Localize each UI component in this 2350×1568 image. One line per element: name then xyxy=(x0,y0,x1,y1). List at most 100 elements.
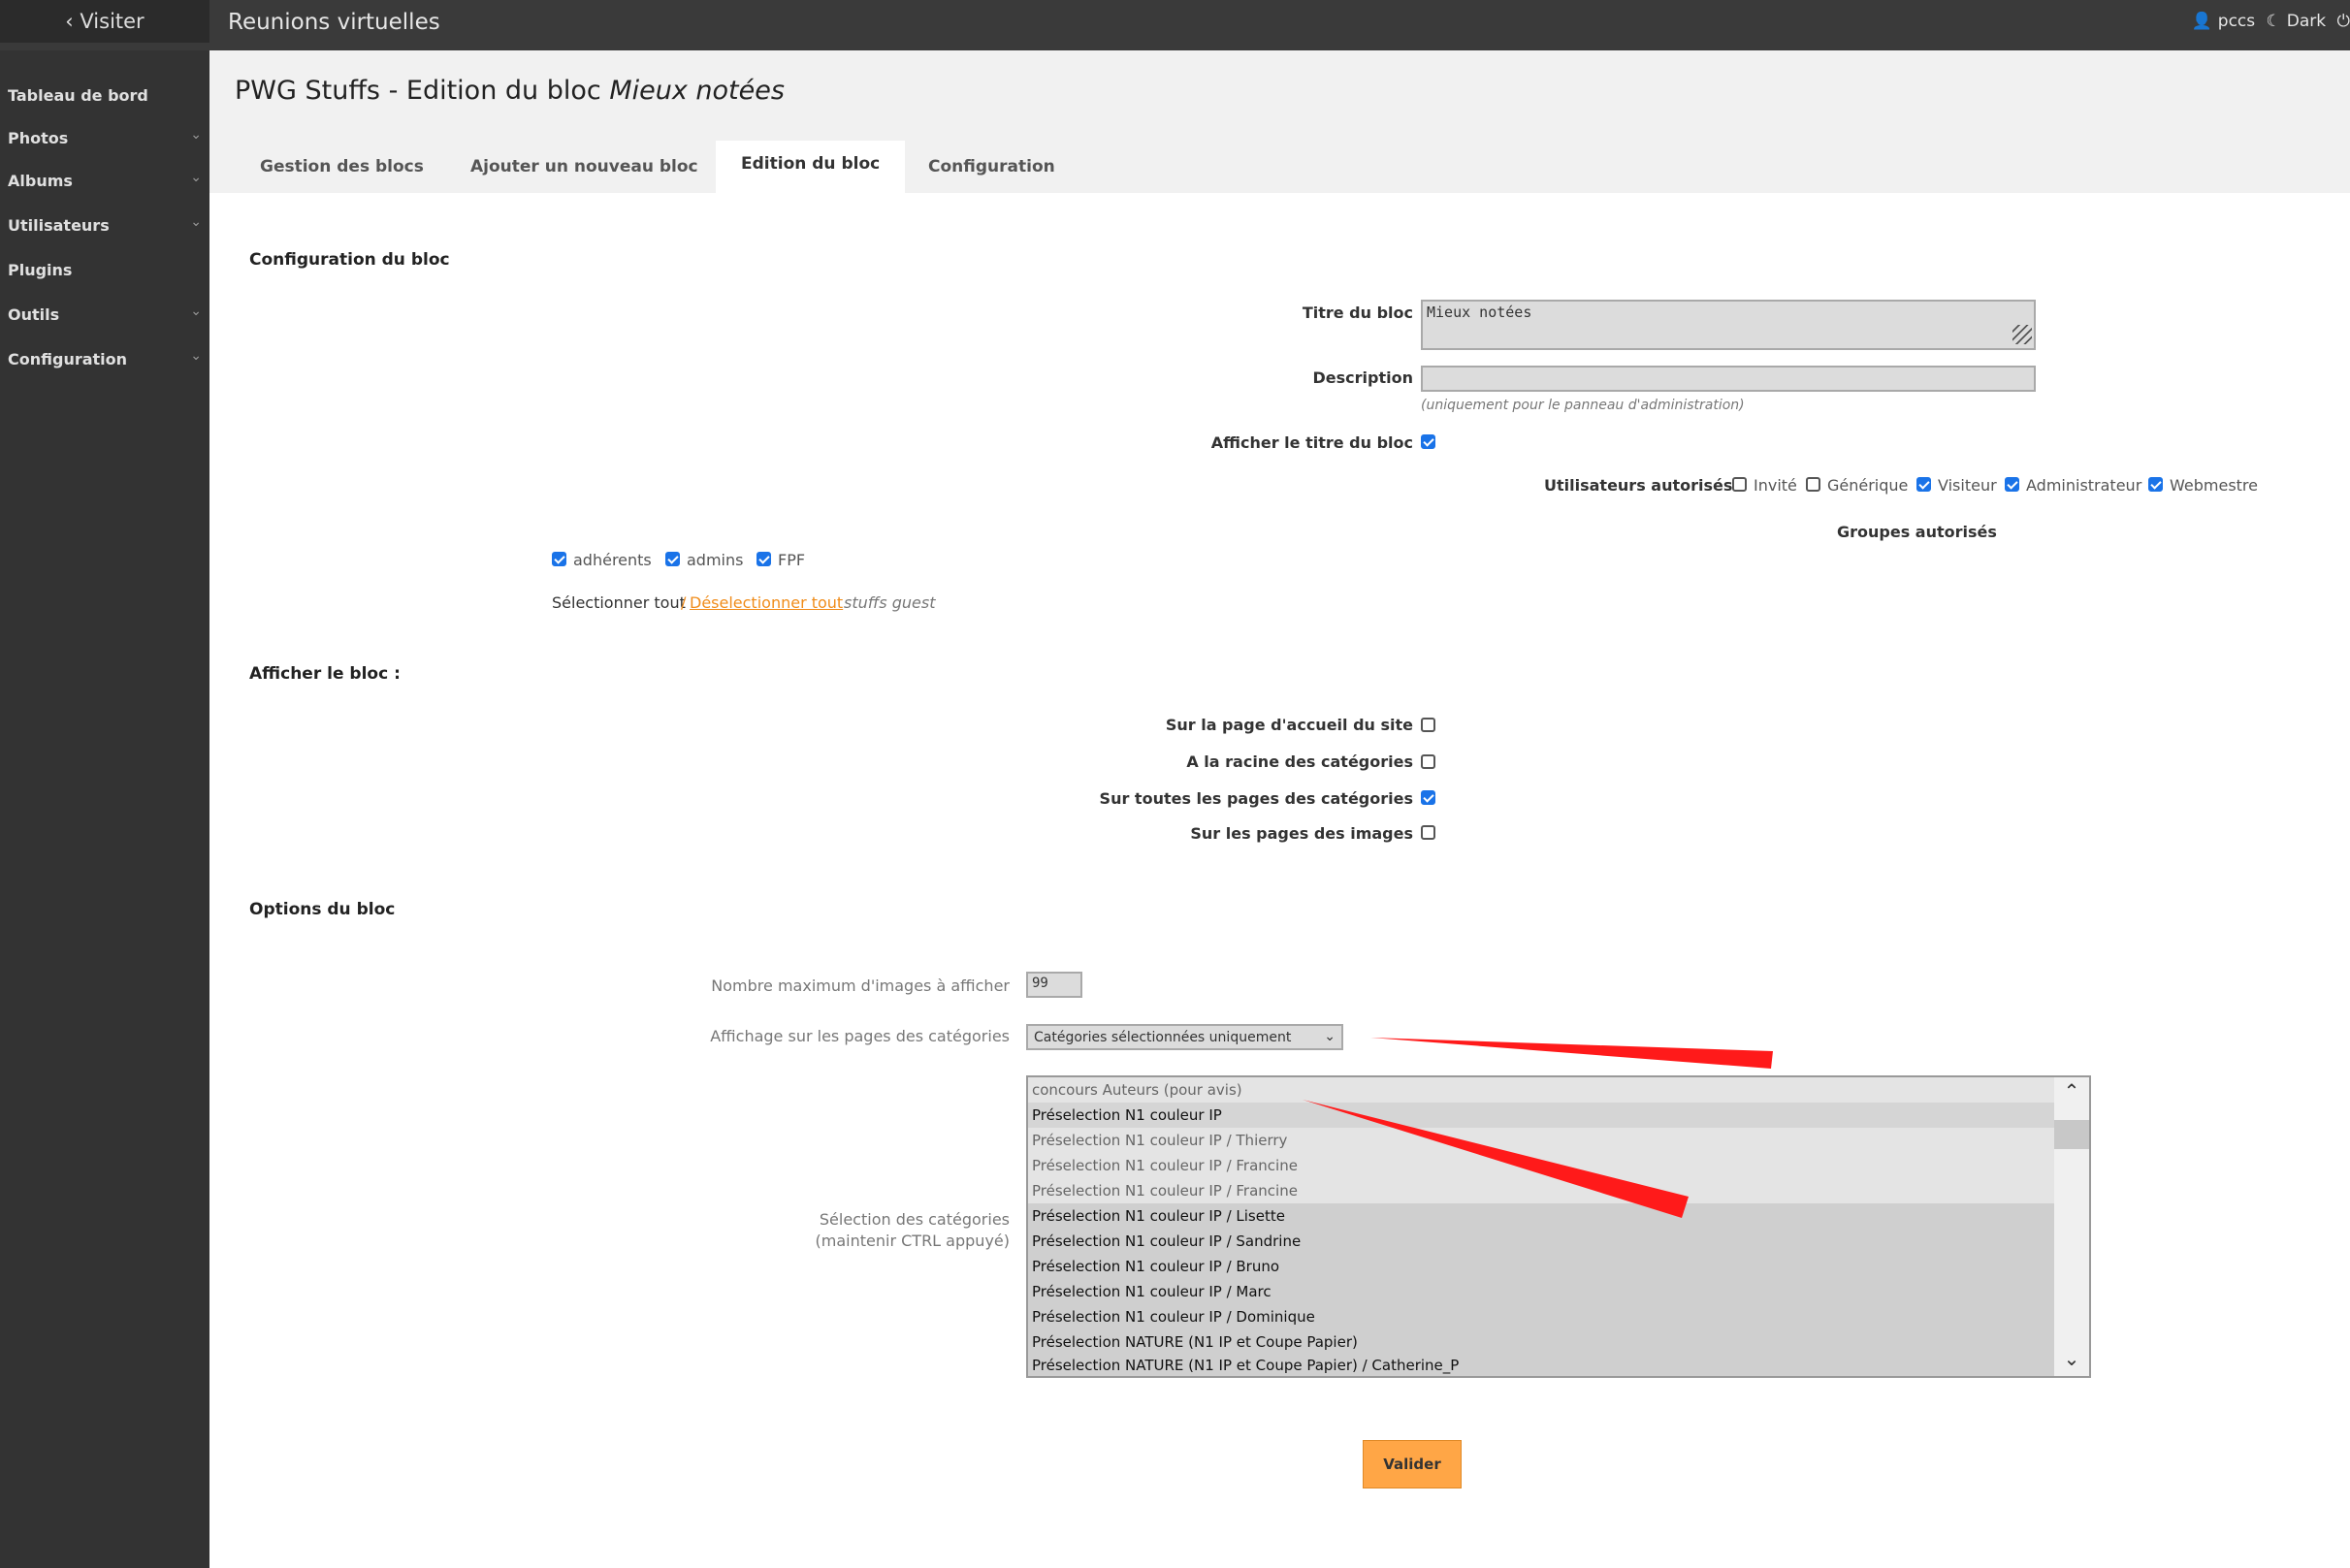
list-item[interactable]: concours Auteurs (pour avis) xyxy=(1032,1077,1242,1103)
block-title-label: Titre du bloc xyxy=(1302,304,1413,322)
sidebar-item-configuration[interactable]: Configuration ⌄ xyxy=(8,348,202,368)
sidebar-item-label: Photos xyxy=(8,129,69,147)
sidebar-item-label: Plugins xyxy=(8,261,73,279)
user-visiteur-label: Visiteur xyxy=(1938,476,1997,495)
annotation-arrow-1 xyxy=(1370,1038,1773,1069)
submit-button[interactable]: Valider xyxy=(1363,1440,1462,1488)
group-fpf-label: FPF xyxy=(778,551,806,569)
group-fpf-checkbox[interactable] xyxy=(757,552,771,566)
deselect-all-link[interactable]: Déselectionner tout xyxy=(690,593,843,612)
sidebar-item-outils[interactable]: Outils ⌄ xyxy=(8,304,202,324)
chevron-left-icon: ‹ xyxy=(65,10,74,33)
sidebar-item-plugins[interactable]: Plugins xyxy=(8,261,202,279)
section-title-options: Options du bloc xyxy=(249,900,396,919)
list-item[interactable]: Préselection N1 couleur IP / Sandrine xyxy=(1032,1229,1301,1254)
list-item[interactable]: Préselection N1 couleur IP / Francine xyxy=(1032,1153,1298,1178)
user-link[interactable]: pccs xyxy=(2218,12,2255,31)
group-note: stuffs guest xyxy=(844,593,936,612)
tab-ajouter-nouveau-bloc[interactable]: Ajouter un nouveau bloc xyxy=(445,141,724,193)
moon-icon: ☾ xyxy=(2266,12,2281,31)
categories-label: Sélection des catégories xyxy=(819,1210,1010,1229)
select-all-link[interactable]: Sélectionner tout xyxy=(552,593,686,612)
tab-edition-du-bloc[interactable]: Edition du bloc xyxy=(716,141,906,193)
site-title[interactable]: Reunions virtuelles xyxy=(228,0,440,45)
page-title-block-name: Mieux notées xyxy=(609,76,785,106)
max-images-input[interactable]: 99 xyxy=(1026,972,1082,998)
top-right-menu: 👤 pccs ☾ Dark ⏻ xyxy=(2186,0,2350,43)
listbox-scrollbar[interactable]: ⌃ ⌄ xyxy=(2054,1077,2089,1376)
groups-label: Groupes autorisés xyxy=(1837,523,1997,541)
group-adherents-label: adhérents xyxy=(573,551,652,569)
user-visiteur-checkbox[interactable] xyxy=(1916,477,1931,492)
list-item[interactable]: Préselection N1 couleur IP / Dominique xyxy=(1032,1304,1315,1329)
list-item[interactable]: Préselection N1 couleur IP / Marc xyxy=(1032,1279,1272,1304)
user-administrateur-label: Administrateur xyxy=(2026,476,2142,495)
sidebar-item-label: Tableau de bord xyxy=(8,86,148,105)
chevron-down-icon: ⌄ xyxy=(190,348,202,364)
display-root-label: A la racine des catégories xyxy=(1186,752,1413,771)
resize-grip-icon[interactable] xyxy=(2012,325,2032,344)
display-all-categories-label: Sur toutes les pages des catégories xyxy=(1099,789,1413,808)
user-generique-checkbox[interactable] xyxy=(1806,477,1820,492)
list-item[interactable]: Préselection NATURE (N1 IP et Coupe Papi… xyxy=(1032,1329,1358,1355)
list-item[interactable]: Préselection N1 couleur IP / Thierry xyxy=(1032,1128,1287,1153)
display-all-categories-checkbox[interactable] xyxy=(1421,790,1435,805)
group-admins-checkbox[interactable] xyxy=(665,552,680,566)
logout-icon[interactable]: ⏻ xyxy=(2337,12,2350,31)
chevron-down-icon: ⌄ xyxy=(190,170,202,185)
sidebar-item-albums[interactable]: Albums ⌄ xyxy=(8,170,202,190)
user-icon: 👤 xyxy=(2191,12,2212,31)
sidebar-item-label: Utilisateurs xyxy=(8,216,110,235)
sidebar-item-photos[interactable]: Photos ⌄ xyxy=(8,127,202,147)
group-admins-label: admins xyxy=(687,551,744,569)
max-images-label: Nombre maximum d'images à afficher xyxy=(711,976,1010,995)
user-webmestre-checkbox[interactable] xyxy=(2148,477,2163,492)
display-home-checkbox[interactable] xyxy=(1421,718,1435,732)
description-hint: (uniquement pour le panneau d'administra… xyxy=(1421,398,1745,413)
page-title-prefix: PWG Stuffs - Edition du bloc xyxy=(235,76,601,106)
display-images-label: Sur les pages des images xyxy=(1190,824,1413,843)
description-input[interactable] xyxy=(1421,366,2036,392)
chevron-down-icon: ⌄ xyxy=(1324,1029,1336,1044)
section-title-configuration: Configuration du bloc xyxy=(249,250,450,270)
category-display-select[interactable]: Catégories sélectionnées uniquement ⌄ xyxy=(1026,1024,1343,1050)
chevron-up-icon[interactable]: ⌃ xyxy=(2054,1079,2089,1103)
list-item[interactable]: Préselection NATURE (N1 IP et Coupe Papi… xyxy=(1032,1353,1459,1376)
sidebar-item-tableau-de-bord[interactable]: Tableau de bord xyxy=(8,86,202,105)
chevron-down-icon: ⌄ xyxy=(190,214,202,230)
tab-gestion-des-blocs[interactable]: Gestion des blocs xyxy=(235,141,449,193)
block-title-input[interactable]: Mieux notées xyxy=(1421,300,2036,350)
users-label: Utilisateurs autorisés xyxy=(1544,476,1733,495)
description-label: Description xyxy=(1312,368,1413,387)
tab-configuration[interactable]: Configuration xyxy=(903,141,1080,193)
dark-theme-link[interactable]: Dark xyxy=(2287,12,2326,31)
sidebar-item-label: Outils xyxy=(8,305,60,324)
user-invite-label: Invité xyxy=(1754,476,1797,495)
group-adherents-checkbox[interactable] xyxy=(552,552,566,566)
categories-hint: (maintenir CTRL appuyé) xyxy=(815,1232,1010,1250)
category-display-value: Catégories sélectionnées uniquement xyxy=(1034,1030,1292,1045)
show-title-checkbox[interactable] xyxy=(1421,434,1435,449)
list-item[interactable]: Préselection N1 couleur IP / Bruno xyxy=(1032,1254,1279,1279)
user-webmestre-label: Webmestre xyxy=(2170,476,2258,495)
page-title: PWG Stuffs - Edition du bloc Mieux notée… xyxy=(235,76,785,106)
scroll-thumb[interactable] xyxy=(2054,1120,2089,1149)
user-administrateur-checkbox[interactable] xyxy=(2005,477,2019,492)
list-item[interactable]: Préselection N1 couleur IP / Lisette xyxy=(1032,1203,1285,1229)
show-title-label: Afficher le titre du bloc xyxy=(1210,433,1413,452)
visit-label: Visiter xyxy=(80,10,145,33)
link-separator: / xyxy=(681,593,687,612)
sidebar-item-utilisateurs[interactable]: Utilisateurs ⌄ xyxy=(8,214,202,235)
categories-listbox[interactable]: concours Auteurs (pour avis) Préselectio… xyxy=(1026,1075,2091,1378)
category-display-label: Affichage sur les pages des catégories xyxy=(710,1027,1010,1045)
user-invite-checkbox[interactable] xyxy=(1732,477,1747,492)
visit-button[interactable]: ‹ Visiter xyxy=(0,0,209,43)
list-item[interactable]: Préselection N1 couleur IP / Francine xyxy=(1032,1178,1298,1203)
display-images-checkbox[interactable] xyxy=(1421,825,1435,840)
sidebar: Tableau de bord Photos ⌄ Albums ⌄ Utilisat… xyxy=(0,50,209,1568)
section-title-afficher: Afficher le bloc : xyxy=(249,664,401,684)
display-root-checkbox[interactable] xyxy=(1421,754,1435,769)
list-item[interactable]: Préselection N1 couleur IP xyxy=(1032,1103,1222,1128)
chevron-down-icon[interactable]: ⌄ xyxy=(2054,1347,2089,1370)
user-generique-label: Générique xyxy=(1827,476,1909,495)
